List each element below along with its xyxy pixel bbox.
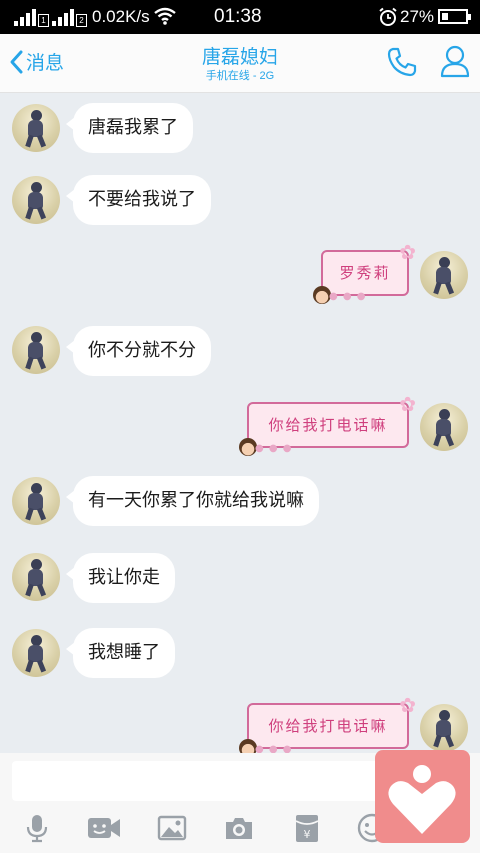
message-bubble[interactable]: 有一天你累了你就给我说嘛 xyxy=(66,476,319,526)
camera-icon[interactable] xyxy=(223,813,255,843)
my-avatar[interactable] xyxy=(420,704,468,752)
message-row: 罗秀莉 ✿ ● ● ● xyxy=(0,242,480,309)
heart-person-icon xyxy=(388,765,456,834)
contact-avatar[interactable] xyxy=(12,326,60,374)
sticker-message[interactable]: 罗秀莉 ✿ ● ● ● xyxy=(313,242,416,304)
message-row: 我让你走 xyxy=(0,552,480,612)
sticker-text: 你给我打电话嘛 xyxy=(268,717,388,735)
message-bubble[interactable]: 我想睡了 xyxy=(66,628,175,678)
message-bubble[interactable]: 我让你走 xyxy=(66,553,175,603)
red-packet-icon[interactable]: ¥ xyxy=(294,813,320,843)
my-avatar[interactable] xyxy=(420,403,468,451)
my-avatar[interactable] xyxy=(420,251,468,299)
message-bubble[interactable]: 不要给我说了 xyxy=(66,175,211,225)
network-speed: 0.02K/s xyxy=(92,7,150,26)
image-icon[interactable] xyxy=(157,813,187,843)
message-bubble[interactable]: 你不分就不分 xyxy=(66,326,211,376)
alarm-icon xyxy=(379,7,397,26)
message-row: 你给我打电话嘛 ✿ ● ● ● xyxy=(0,394,480,461)
contact-avatar[interactable] xyxy=(12,477,60,525)
status-bar: 1 2 0.02K/s 01:38 27% xyxy=(0,0,480,34)
battery-percent: 27% xyxy=(400,7,435,26)
phone-icon[interactable] xyxy=(386,46,418,78)
sim2-label: 2 xyxy=(76,14,87,27)
chat-header: 消息 唐磊媳妇 手机在线 - 2G xyxy=(0,34,480,93)
sim1-label: 1 xyxy=(38,14,49,27)
message-bubble[interactable]: 唐磊我累了 xyxy=(66,103,193,153)
sticker-message[interactable]: 你给我打电话嘛 ✿ ● ● ● xyxy=(239,394,416,456)
message-row: 有一天你累了你就给我说嘛 xyxy=(0,476,480,536)
wifi-icon xyxy=(154,7,176,25)
flower-icon: ✿ xyxy=(399,240,416,264)
message-row: 不要给我说了 xyxy=(0,174,480,234)
dots-decoration: ● ● ● xyxy=(255,744,293,754)
contact-profile-icon[interactable] xyxy=(440,44,470,78)
floating-heart-button[interactable] xyxy=(375,750,470,843)
flower-icon: ✿ xyxy=(399,693,416,717)
dots-decoration: ● ● ● xyxy=(255,443,293,454)
message-row: 唐磊我累了 xyxy=(0,98,480,158)
sticker-text: 你给我打电话嘛 xyxy=(268,416,388,434)
contact-avatar[interactable] xyxy=(12,104,60,152)
chat-message-list[interactable]: 唐磊我累了 不要给我说了 罗秀莉 ✿ ● ● ● 你不分就不分 你给我打电话嘛 … xyxy=(0,93,480,753)
clock-time: 01:38 xyxy=(214,6,262,27)
contact-avatar[interactable] xyxy=(12,629,60,677)
signal-icon xyxy=(52,8,74,26)
message-row: 我想睡了 xyxy=(0,628,480,688)
video-call-icon[interactable] xyxy=(87,813,121,843)
message-row: 你给我打电话嘛 ✿ ● ● ● xyxy=(0,695,480,753)
dots-decoration: ● ● ● xyxy=(329,291,367,302)
svg-text:¥: ¥ xyxy=(304,828,311,841)
battery-level xyxy=(442,13,448,20)
message-input[interactable] xyxy=(12,761,392,801)
battery-icon xyxy=(438,9,471,24)
contact-avatar[interactable] xyxy=(12,176,60,224)
flower-icon: ✿ xyxy=(399,392,416,416)
signal-icon xyxy=(14,8,36,26)
contact-avatar[interactable] xyxy=(12,553,60,601)
microphone-icon[interactable] xyxy=(22,813,52,843)
sticker-text: 罗秀莉 xyxy=(339,264,391,282)
message-row: 你不分就不分 xyxy=(0,326,480,386)
sticker-message[interactable]: 你给我打电话嘛 ✿ ● ● ● xyxy=(239,695,416,753)
